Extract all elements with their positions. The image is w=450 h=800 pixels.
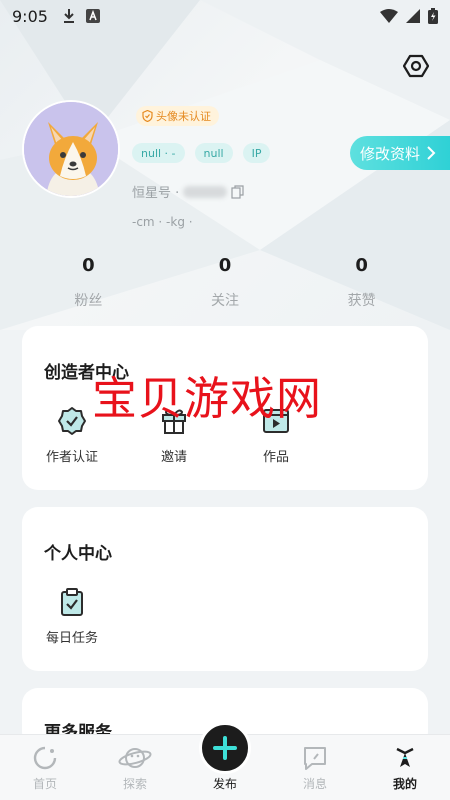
download-icon xyxy=(63,9,74,23)
avatar[interactable] xyxy=(22,100,120,198)
nav-mine[interactable]: 我的 xyxy=(360,735,450,800)
gear-icon xyxy=(403,54,429,78)
stat-label: 粉丝 xyxy=(74,293,103,309)
stat-value: 0 xyxy=(355,255,368,276)
verify-badge-label: 头像未认证 xyxy=(156,110,211,123)
stat-value: 0 xyxy=(218,255,232,276)
nav-explore-label: 探索 xyxy=(122,777,147,791)
edit-profile-button[interactable]: 修改资料 xyxy=(350,136,450,170)
hengxing-id-label: 恒星号 · xyxy=(132,186,180,201)
message-icon xyxy=(304,747,326,770)
plus-icon xyxy=(213,736,237,760)
tag-ip: IP xyxy=(242,143,271,163)
stat-fans[interactable]: 0 粉丝 xyxy=(20,255,157,310)
tag-constellation: null xyxy=(194,143,233,163)
chevron-right-icon xyxy=(427,146,436,160)
status-bar: 9:05 xyxy=(0,0,450,32)
nav-messages-label: 消息 xyxy=(302,777,327,791)
edit-profile-label: 修改资料 xyxy=(360,144,421,163)
daily-tasks-item[interactable]: 每日任务 xyxy=(32,587,112,646)
nav-home[interactable]: 首页 xyxy=(0,735,90,800)
nav-home-label: 首页 xyxy=(32,777,57,791)
publish-button[interactable] xyxy=(199,722,251,774)
nav-messages[interactable]: 消息 xyxy=(270,735,360,800)
hengxing-id-row: 恒星号 · xyxy=(132,182,245,201)
stat-label: 关注 xyxy=(211,293,239,309)
nav-mine-label: 我的 xyxy=(392,777,417,791)
signal-icon xyxy=(406,9,420,23)
daily-tasks-label: 每日任务 xyxy=(45,631,98,646)
nav-explore[interactable]: 探索 xyxy=(90,735,180,800)
nav-publish-label: 发布 xyxy=(212,777,237,791)
stats-row: 0 粉丝 0 关注 0 获赞 xyxy=(20,255,430,310)
avatar-unverified-badge: 头像未认证 xyxy=(136,106,219,126)
badge-check-icon xyxy=(58,407,86,435)
watermark-text: 宝贝游戏网 xyxy=(92,372,323,425)
stat-likes[interactable]: 0 获赞 xyxy=(293,255,430,310)
status-time: 9:05 xyxy=(12,6,48,26)
copy-icon[interactable] xyxy=(231,184,245,199)
settings-button[interactable] xyxy=(402,52,430,80)
invite-label: 邀请 xyxy=(160,450,187,465)
stat-label: 获赞 xyxy=(347,293,376,309)
personal-center-card: 个人中心 每日任务 xyxy=(22,507,428,671)
author-verification-label: 作者认证 xyxy=(45,450,98,465)
personal-center-title: 个人中心 xyxy=(44,544,112,564)
stat-value: 0 xyxy=(82,255,95,276)
works-label: 作品 xyxy=(262,450,289,465)
battery-icon xyxy=(428,8,438,24)
height-weight-info: -cm · -kg · xyxy=(132,215,193,229)
hengxing-id-value-masked xyxy=(183,185,228,198)
planet-icon xyxy=(118,748,152,768)
clipboard-check-icon xyxy=(61,588,83,616)
tag-gender-age: null · - xyxy=(132,143,185,163)
shield-check-icon xyxy=(142,110,153,122)
wifi-icon xyxy=(380,9,398,23)
profile-icon xyxy=(396,747,414,767)
profile-tags: null · - null IP xyxy=(132,143,271,163)
stat-following[interactable]: 0 关注 xyxy=(157,255,294,310)
app-notification-icon xyxy=(85,9,100,23)
corgi-avatar-icon xyxy=(24,102,118,196)
home-icon xyxy=(33,746,57,770)
